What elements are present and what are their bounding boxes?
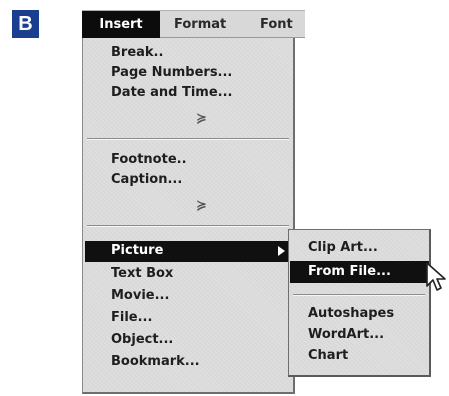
menu-item-bookmark[interactable]: Bookmark...	[111, 352, 200, 372]
submenu-separator	[293, 294, 425, 296]
menu-item-date-and-time[interactable]: Date and Time...	[111, 83, 232, 103]
menu-item-break[interactable]: Break..	[111, 43, 163, 63]
triangle-right-icon	[278, 246, 285, 256]
submenu-item-wordart[interactable]: WordArt...	[308, 325, 384, 345]
menu-item-object[interactable]: Object...	[111, 330, 173, 350]
menu-bar: Insert Format Font	[82, 10, 305, 38]
label-badge: B	[12, 10, 39, 38]
menu-item-caption[interactable]: Caption...	[111, 170, 182, 190]
menu-item-footnote[interactable]: Footnote..	[111, 150, 187, 170]
menu-item-movie[interactable]: Movie...	[111, 286, 169, 306]
insert-menu: Break.. Page Numbers... Date and Time...…	[82, 38, 295, 394]
menu-insert[interactable]: Insert	[82, 11, 160, 38]
mouse-pointer-icon	[426, 262, 446, 291]
menu-separator	[87, 138, 289, 140]
double-chevron-down-icon[interactable]: ≽	[196, 111, 207, 126]
menu-item-picture[interactable]: Picture	[85, 241, 290, 262]
picture-submenu: Clip Art... From File... Autoshapes Word…	[288, 229, 431, 377]
submenu-item-autoshapes[interactable]: Autoshapes	[308, 304, 394, 324]
menu-separator	[87, 225, 289, 227]
submenu-item-chart[interactable]: Chart	[308, 346, 348, 366]
menu-font[interactable]: Font	[260, 11, 293, 38]
menu-item-picture-label: Picture	[111, 243, 164, 258]
menu-item-file[interactable]: File...	[111, 308, 152, 328]
double-chevron-down-icon[interactable]: ≽	[196, 198, 207, 213]
menu-item-page-numbers[interactable]: Page Numbers...	[111, 63, 232, 83]
menu-item-text-box[interactable]: Text Box	[111, 264, 173, 284]
submenu-item-clip-art[interactable]: Clip Art...	[308, 238, 378, 258]
menu-format[interactable]: Format	[174, 11, 226, 38]
submenu-item-from-file[interactable]: From File...	[290, 261, 429, 283]
submenu-item-from-file-label: From File...	[308, 264, 391, 279]
